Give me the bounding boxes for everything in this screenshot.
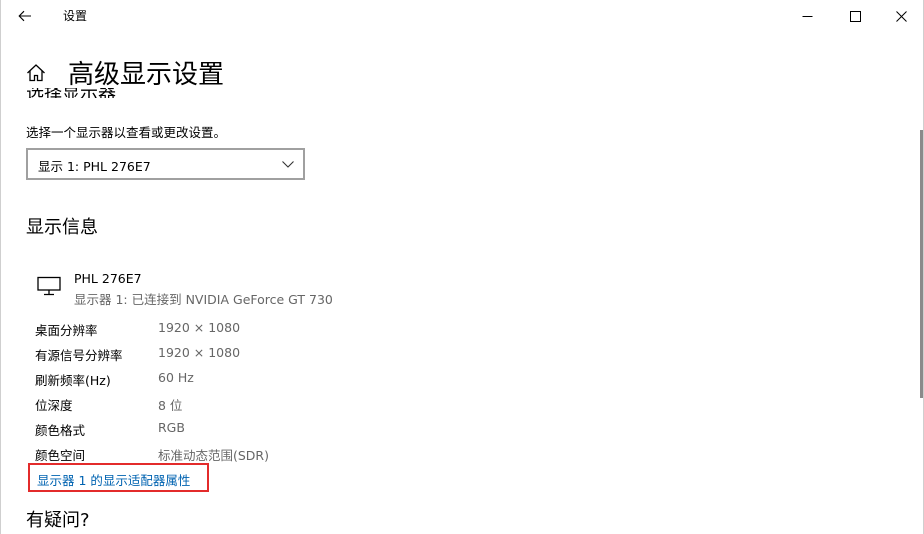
display-info-heading: 显示信息 [26,217,98,238]
info-row-active-signal-resolution: 有源信号分辨率 1920 × 1080 [35,345,435,365]
select-display-description: 选择一个显示器以查看或更改设置。 [26,125,227,140]
info-label: 位深度 [35,398,73,413]
info-row-bit-depth: 位深度 8 位 [35,395,435,415]
page-title: 高级显示设置 [68,60,225,90]
back-button[interactable] [11,4,39,28]
close-icon [895,10,907,22]
clipped-heading-container: 选择显示器 [26,88,166,98]
arrow-left-icon [18,10,31,22]
close-button[interactable] [878,0,923,32]
info-label: 颜色空间 [35,448,86,463]
help-heading: 有疑问? [26,510,90,531]
info-label: 有源信号分辨率 [35,348,123,363]
monitor-name: PHL 276E7 [74,271,142,286]
info-label: 桌面分辨率 [35,323,98,338]
minimize-button[interactable] [784,0,830,32]
info-value: 60 Hz [158,370,194,385]
vertical-scrollbar[interactable] [920,130,923,398]
select-display-heading: 选择显示器 [26,88,116,98]
info-value: RGB [158,420,185,435]
info-value: 1920 × 1080 [158,320,241,335]
maximize-button[interactable] [832,0,878,32]
info-row-color-space: 颜色空间 标准动态范围(SDR) [35,445,435,465]
info-value: 标准动态范围(SDR) [158,448,269,463]
chevron-down-icon [282,161,294,168]
display-adapter-properties-link[interactable]: 显示器 1 的显示适配器属性 [37,470,190,489]
info-value: 1920 × 1080 [158,345,241,360]
info-row-desktop-resolution: 桌面分辨率 1920 × 1080 [35,320,435,340]
monitor-connection: 显示器 1: 已连接到 NVIDIA GeForce GT 730 [74,292,333,307]
window-title: 设置 [63,9,88,23]
monitor-icon [37,276,61,296]
adapter-link-highlight: 显示器 1 的显示适配器属性 [28,463,209,492]
maximize-icon [849,10,861,22]
settings-window: 设置 高级显示设置 选择显示器 选择一个显示器以查看或更改设置。 显示 1: P… [0,0,924,534]
info-label: 刷新频率(Hz) [35,373,111,388]
info-row-refresh-rate: 刷新频率(Hz) 60 Hz [35,370,435,390]
display-select-dropdown[interactable]: 显示 1: PHL 276E7 [26,148,305,180]
info-row-color-format: 颜色格式 RGB [35,420,435,440]
info-value: 8 位 [158,398,183,413]
display-select-value: 显示 1: PHL 276E7 [38,159,151,174]
home-icon[interactable] [25,62,47,84]
info-label: 颜色格式 [35,423,86,438]
minimize-icon [802,15,812,17]
title-bar: 设置 [1,0,923,32]
